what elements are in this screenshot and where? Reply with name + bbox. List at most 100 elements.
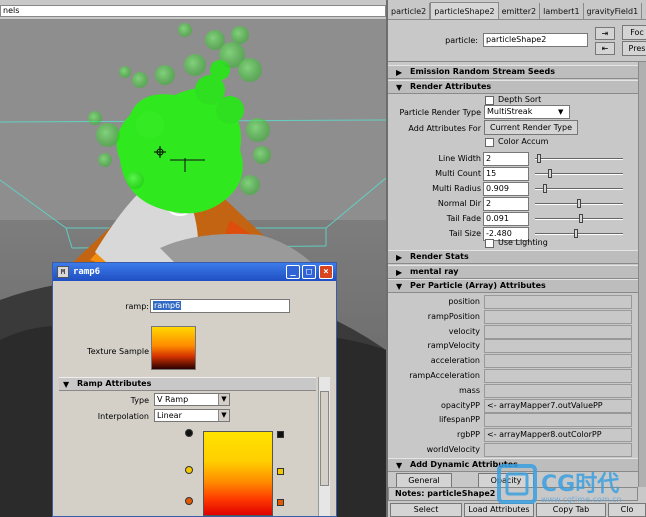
tab-radialfield1[interactable]: radialField1 <box>642 3 646 19</box>
output-connection-button[interactable]: ⇤ <box>595 42 615 55</box>
ramp-type-value: V Ramp <box>157 395 189 404</box>
slider-value-field[interactable]: 0.091 <box>483 212 529 226</box>
per-particle-label: rampPosition <box>427 312 480 321</box>
slider-thumb[interactable] <box>537 154 541 163</box>
ramp-name-label: ramp: <box>125 302 149 311</box>
chevron-down-icon: ▼ <box>218 410 229 421</box>
per-particle-field[interactable] <box>484 354 632 368</box>
per-particle-label: opacityPP <box>440 401 480 410</box>
ramp-type-dropdown[interactable]: V Ramp ▼ <box>154 393 230 406</box>
per-particle-field[interactable]: <- arrayMapper7.outValuePP <box>484 399 632 413</box>
ramp-gradient[interactable] <box>203 431 273 516</box>
collapsed-arrow-icon: ▶ <box>396 68 403 77</box>
per-particle-field[interactable] <box>484 443 632 457</box>
node-name-row: particle: particleShape2 ⇥ ⇤ Foc Pres <box>388 20 646 62</box>
slider-value-field[interactable]: 0.909 <box>483 182 529 196</box>
select-button[interactable]: Select <box>390 503 462 517</box>
depth-sort-checkbox[interactable] <box>485 96 494 105</box>
render-type-value: MultiStreak <box>487 107 533 116</box>
slider-thumb[interactable] <box>548 169 552 178</box>
slider-label: Tail Size <box>449 229 481 238</box>
per-particle-field[interactable] <box>484 310 632 324</box>
particle-name-field[interactable]: particleShape2 <box>483 33 588 47</box>
slider-track[interactable] <box>535 188 623 190</box>
ramp-window[interactable]: M ramp6 _ □ × ramp: ramp6 Texture Sample… <box>52 262 337 517</box>
render-type-dropdown[interactable]: MultiStreak ▼ <box>484 105 570 119</box>
presets-button[interactable]: Pres <box>622 41 646 56</box>
tab-particleshape2[interactable]: particleShape2 <box>430 2 499 19</box>
use-lighting-label: Use Lighting <box>498 238 548 247</box>
ramp-name-value: ramp6 <box>153 301 182 310</box>
close-icon[interactable]: × <box>319 265 333 279</box>
ramp-window-title: ramp6 <box>73 267 101 277</box>
slider-label: Multi Radius <box>432 184 481 193</box>
slider-thumb[interactable] <box>543 184 547 193</box>
slider-track[interactable] <box>535 158 623 160</box>
per-particle-field[interactable] <box>484 413 632 427</box>
color-accum-label: Color Accum <box>498 137 549 146</box>
section-mental-ray[interactable]: ▶ mental ray <box>388 265 638 279</box>
slider-value-field[interactable]: 2 <box>483 197 529 211</box>
ramp-color-handle[interactable] <box>185 497 193 505</box>
ramp-delete-handle[interactable] <box>277 468 284 475</box>
viewport-panel-menu[interactable]: nels <box>0 5 386 17</box>
slider-label: Normal Dir <box>437 199 481 208</box>
per-particle-field[interactable] <box>484 369 632 383</box>
section-per-particle[interactable]: ▼ Per Particle (Array) Attributes <box>388 279 638 293</box>
color-accum-checkbox[interactable] <box>485 138 494 147</box>
add-general-button[interactable]: General <box>396 473 452 487</box>
input-connection-button[interactable]: ⇥ <box>595 27 615 40</box>
interpolation-dropdown[interactable]: Linear ▼ <box>154 409 230 422</box>
expanded-arrow-icon: ▼ <box>396 461 403 470</box>
slider-thumb[interactable] <box>574 229 578 238</box>
ramp-color-handle[interactable] <box>185 466 193 474</box>
ramp-window-titlebar[interactable]: M ramp6 _ □ × <box>53 263 336 281</box>
section-ramp-attributes[interactable]: ▼ Ramp Attributes <box>59 377 316 391</box>
ramp-scrollbar-thumb[interactable] <box>320 391 329 486</box>
per-particle-label: position <box>448 297 480 306</box>
slider-thumb[interactable] <box>577 199 581 208</box>
tab-particle2[interactable]: particle2 <box>388 3 431 19</box>
per-particle-field[interactable] <box>484 295 632 309</box>
ramp-color-handle[interactable] <box>185 429 193 437</box>
screen: nels particle2 particleShape2 emitter2 l… <box>0 0 646 517</box>
per-particle-label: lifespanPP <box>438 415 480 424</box>
maximize-icon[interactable]: □ <box>302 265 316 279</box>
tab-emitter2[interactable]: emitter2 <box>499 3 541 19</box>
use-lighting-checkbox[interactable] <box>485 239 494 248</box>
chevron-down-icon: ▼ <box>218 394 229 405</box>
section-render-stats[interactable]: ▶ Render Stats <box>388 250 638 264</box>
ramp-scrollbar[interactable] <box>318 377 330 516</box>
section-title: Per Particle (Array) Attributes <box>410 281 546 290</box>
tab-lambert1[interactable]: lambert1 <box>540 3 584 19</box>
ramp-delete-handle[interactable] <box>277 431 284 438</box>
section-title: Emission Random Stream Seeds <box>410 67 555 76</box>
slider-label: Multi Count <box>435 169 481 178</box>
current-render-type-button[interactable]: Current Render Type <box>484 120 578 135</box>
slider-value-field[interactable]: 2 <box>483 152 529 166</box>
tab-gravityfield1[interactable]: gravityField1 <box>584 3 643 19</box>
per-particle-field[interactable] <box>484 325 632 339</box>
section-emission-random-seeds[interactable]: ▶ Emission Random Stream Seeds <box>388 65 638 79</box>
slider-thumb[interactable] <box>579 214 583 223</box>
section-render-attributes[interactable]: ▼ Render Attributes <box>388 80 638 94</box>
attribute-body: ▶ Emission Random Stream Seeds ▼ Render At… <box>388 62 638 487</box>
ramp-name-field[interactable]: ramp6 <box>150 299 290 313</box>
expanded-arrow-icon: ▼ <box>63 380 70 389</box>
expanded-arrow-icon: ▼ <box>396 282 403 291</box>
minimize-icon[interactable]: _ <box>286 265 300 279</box>
per-particle-field[interactable] <box>484 339 632 353</box>
slider-value-field[interactable]: 15 <box>483 167 529 181</box>
focus-button[interactable]: Foc <box>622 25 646 40</box>
ramp-type-label: Type <box>130 396 149 405</box>
per-particle-label: rgbPP <box>457 430 480 439</box>
slider-track[interactable] <box>535 233 623 235</box>
per-particle-field[interactable]: <- arrayMapper8.outColorPP <box>484 428 632 442</box>
ramp-delete-handle[interactable] <box>277 499 284 506</box>
texture-sample-swatch[interactable] <box>151 326 196 370</box>
texture-sample-label: Texture Sample <box>87 347 149 356</box>
per-particle-label: velocity <box>448 327 480 336</box>
maya-app-icon: M <box>57 266 69 278</box>
attribute-scrollbar[interactable] <box>638 62 646 487</box>
per-particle-field[interactable] <box>484 384 632 398</box>
